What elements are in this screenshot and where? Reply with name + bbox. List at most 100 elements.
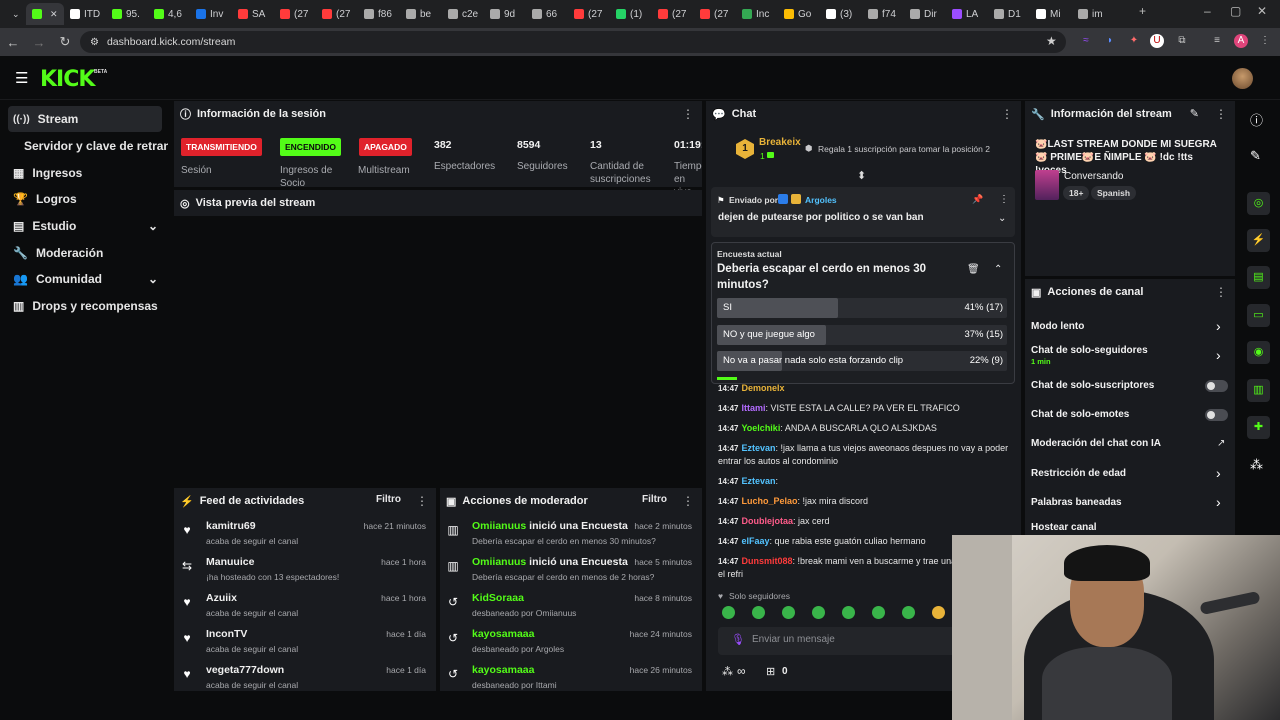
external-link-icon[interactable]: ↗ [1217, 438, 1225, 449]
kick-logo[interactable]: KICK [40, 67, 95, 92]
action-host-channel[interactable]: Hostear canal [1031, 522, 1097, 533]
chevron-right-icon[interactable]: › [1216, 318, 1221, 334]
browser-tab[interactable]: Dir [904, 3, 946, 25]
extension-icon[interactable]: ≈ [1079, 34, 1093, 48]
mod-action-user[interactable]: Omiianuus [472, 520, 526, 532]
chat-username[interactable]: elFaay [741, 536, 769, 546]
extensions-puzzle-icon[interactable]: ⧉ [1175, 34, 1189, 48]
sidebar-item-ingresos[interactable]: ▦ Ingresos [8, 160, 162, 186]
browser-tab[interactable]: (27 [568, 3, 610, 25]
browser-tab[interactable]: Go [778, 3, 820, 25]
subs-only-toggle[interactable] [1205, 380, 1228, 392]
close-tab-icon[interactable]: ✕ [50, 9, 58, 20]
mod-action-user[interactable]: kayosamaaa [472, 664, 534, 676]
gift-prompt[interactable]: Regala 1 suscripción para tomar la posic… [818, 144, 990, 154]
kebab-menu-icon[interactable]: ⋮ [682, 494, 694, 508]
pin-icon[interactable]: 📌 [972, 194, 983, 205]
emote-icon[interactable] [842, 606, 855, 619]
reload-icon[interactable]: ↻ [52, 34, 78, 50]
browser-tab[interactable]: 95. [106, 3, 148, 25]
chat-message[interactable]: 14:47 Yoelchiki: ANDA A BUSCARLA QLO ALSJ… [718, 422, 1018, 435]
mod-action-item[interactable]: ↺ KidSoraaa desbaneado por Omiianuus hace 8… [440, 590, 700, 626]
close-window-icon[interactable]: ✕ [1257, 4, 1267, 18]
bookmark-star-icon[interactable]: ★ [1046, 34, 1057, 48]
feed-item[interactable]: ♥ InconTV acaba de seguir el canal hace 1 d… [174, 626, 434, 662]
chat-username[interactable]: Eztevan [741, 443, 775, 453]
kebab-menu-icon[interactable]: ⋮ [1215, 285, 1227, 299]
pencil-icon[interactable]: ✎ [1190, 107, 1199, 120]
browser-tab[interactable]: (27 [316, 3, 358, 25]
chat-message[interactable]: 14:47 Lucho_Pelao: !jax mira discord [718, 495, 1018, 508]
sidebar-item-server-key[interactable]: Servidor y clave de retransmisión [8, 133, 168, 159]
browser-tab[interactable]: 9d [484, 3, 526, 25]
browser-menu-icon[interactable]: ⋮ [1258, 34, 1272, 48]
browser-tab[interactable]: (3) [820, 3, 862, 25]
chat-username[interactable]: Lucho_Pelao [741, 496, 797, 506]
kebab-menu-icon[interactable]: ⋮ [1001, 107, 1013, 121]
emote-icon[interactable] [752, 606, 765, 619]
action-followers-only[interactable]: Chat de solo-seguidores [1031, 345, 1148, 356]
layout-icon[interactable]: ▥ [1247, 379, 1270, 402]
kebab-menu-icon[interactable]: ⋮ [416, 494, 428, 508]
poll-option[interactable]: SI 41% (17) [717, 298, 1007, 318]
feed-user[interactable]: kamitru69 [206, 520, 256, 532]
action-banned-words[interactable]: Palabras baneadas [1031, 497, 1122, 508]
mod-action-item[interactable]: ▥ Omiianuus inició una Encuesta Debería es… [440, 554, 700, 590]
poll-option[interactable]: NO y que juegue algo 37% (15) [717, 324, 1007, 345]
browser-tab[interactable]: Mi [1030, 3, 1072, 25]
kebab-menu-icon[interactable]: ⋮ [999, 194, 1009, 205]
top-gifter-name[interactable]: Breakeix [759, 137, 801, 148]
browser-tab[interactable]: ITD [64, 3, 106, 25]
emote-icon[interactable] [782, 606, 795, 619]
site-info-icon[interactable]: ⚙ [90, 37, 99, 48]
action-emotes-only[interactable]: Chat de solo-emotes [1031, 409, 1129, 420]
feed-user[interactable]: Manuuice [206, 556, 254, 568]
microphone-icon[interactable]: 🎙 [731, 633, 745, 646]
user-avatar[interactable] [1232, 68, 1253, 89]
chevron-down-icon[interactable]: ⌄ [998, 213, 1006, 224]
browser-tab[interactable]: f74 [862, 3, 904, 25]
feed-item[interactable]: ♥ vegeta777down acaba de seguir el canal ha… [174, 662, 434, 691]
chat-message[interactable]: 14:47 Eztevan: !jax llama a tus viejos aw… [718, 442, 1018, 468]
poll-option[interactable]: No va a pasar nada solo esta forzando cl… [717, 351, 1007, 371]
chevron-up-icon[interactable]: ⌃ [994, 264, 1002, 275]
browser-tab[interactable]: LA [946, 3, 988, 25]
chat-message[interactable]: 14:47 Eztevan: [718, 475, 1018, 488]
emotes-only-toggle[interactable] [1205, 409, 1228, 421]
browser-tab[interactable]: Inc [736, 3, 778, 25]
back-icon[interactable]: ← [0, 35, 26, 50]
action-ai-moderation[interactable]: Moderación del chat con IA [1031, 438, 1161, 449]
broadcast-icon[interactable]: ◉ [1247, 341, 1270, 364]
chevron-right-icon[interactable]: › [1216, 494, 1221, 510]
mod-action-user[interactable]: kayosamaaa [472, 628, 534, 640]
chat-message[interactable]: 14:47 Demonelx [718, 382, 1018, 395]
feed-filter-button[interactable]: Filtro [376, 494, 401, 505]
sidebar-item-stream[interactable]: ((·)) Stream [8, 106, 162, 132]
minimize-icon[interactable]: – [1204, 4, 1211, 18]
emote-icon[interactable] [872, 606, 885, 619]
community-icon[interactable]: ⁂ [1250, 457, 1263, 473]
sidebar-item-logros[interactable]: 🏆 Logros [8, 186, 162, 212]
action-age-restriction[interactable]: Restricción de edad [1031, 468, 1126, 479]
mod-action-item[interactable]: ↺ kayosamaaa desbaneado por Ittami hace 26 … [440, 662, 700, 691]
mod-action-item[interactable]: ↺ kayosamaaa desbaneado por Argoles hace 24… [440, 626, 700, 662]
target-icon[interactable]: ◎ [1247, 192, 1270, 215]
new-tab-button[interactable]: + [1139, 4, 1146, 18]
sidebar-item-drops[interactable]: ▥ Drops y recompensas [8, 293, 162, 319]
trash-icon[interactable]: 🗑 [967, 264, 980, 275]
action-subs-only[interactable]: Chat de solo-suscriptores [1031, 380, 1154, 391]
category-name[interactable]: Conversando [1064, 171, 1123, 182]
collapse-arrow-icon[interactable]: ⬍ [857, 169, 866, 182]
feed-user[interactable]: InconTV [206, 628, 247, 640]
browser-tab[interactable]: be [400, 3, 442, 25]
kebab-menu-icon[interactable]: ⋮ [1215, 107, 1227, 121]
gift-icon[interactable]: ⊞ [766, 665, 775, 678]
maximize-icon[interactable]: ▢ [1230, 4, 1241, 18]
emote-icon[interactable] [932, 606, 945, 619]
kebab-menu-icon[interactable]: ⋮ [682, 107, 694, 121]
pinned-user[interactable]: Argoles [805, 195, 837, 205]
chevron-right-icon[interactable]: › [1216, 347, 1221, 363]
mod-action-user[interactable]: Omiianuus [472, 556, 526, 568]
profile-avatar-icon[interactable]: A [1234, 34, 1248, 48]
browser-tab[interactable]: D1 [988, 3, 1030, 25]
